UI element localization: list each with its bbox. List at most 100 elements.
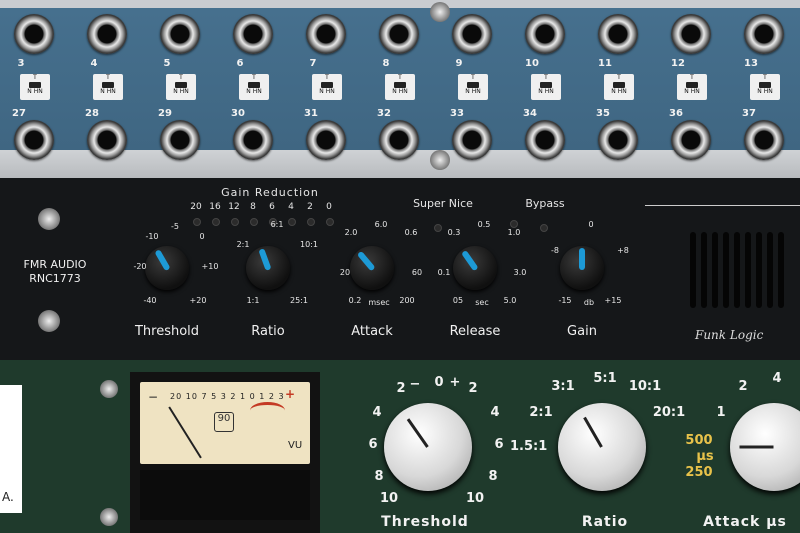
switch-label-bottom: N HN [319,88,335,95]
scale-label: -20 [133,262,147,271]
gr-led [231,218,239,226]
jack-bottom[interactable] [14,120,54,160]
jack-bottom[interactable] [598,120,638,160]
scale-label: 0 [199,232,205,241]
normal-switch[interactable]: T N HN [312,74,342,100]
normal-switch[interactable]: T N HN [385,74,415,100]
ratio-knob[interactable] [558,403,646,491]
jack-top[interactable] [306,14,346,54]
release-knob[interactable] [453,246,497,290]
channel-number-bottom: 34 [523,108,537,119]
normal-switch[interactable]: T N HN [239,74,269,100]
scale-label: 25:1 [290,296,308,305]
scale-label: 8 [374,469,384,484]
vent-slot [745,232,751,308]
jack-bottom[interactable] [233,120,273,160]
channel-number-bottom: 37 [742,108,756,119]
vent-slot [778,232,784,308]
scale-label: 10:1 [628,379,662,394]
bypass-label: Bypass [525,197,565,210]
jack-bottom[interactable] [525,120,565,160]
jack-bottom[interactable] [671,120,711,160]
jack-bottom[interactable] [160,120,200,160]
jack-top[interactable] [452,14,492,54]
bypass-button[interactable] [540,224,548,232]
scale-label: 6.0 [374,220,388,229]
super-nice-button[interactable] [510,220,518,228]
scale-label: 0.5 [477,220,491,229]
scale-label: 1:1 [246,296,260,305]
normal-switch[interactable]: T N HN [93,74,123,100]
jack-top[interactable] [14,14,54,54]
knob-pointer [579,248,585,270]
jack-top[interactable] [671,14,711,54]
channel-number-top: 5 [163,58,171,69]
gr-scale-label: 2 [307,202,313,212]
jack-bottom[interactable] [379,120,419,160]
jack-top[interactable] [160,14,200,54]
normal-switch[interactable]: T N HN [20,74,50,100]
channel-number-bottom: 31 [304,108,318,119]
scale-label: 2 [468,381,478,396]
switch-label-bottom: N HN [538,88,554,95]
threshold-knob[interactable] [384,403,472,491]
scale-label: 5.0 [503,296,517,305]
rack-screw-icon [100,380,118,398]
scale-label: 2.0 [344,228,358,237]
gr-scale-label: 4 [288,202,294,212]
scale-label: -10 [145,232,159,241]
vent-slot [734,232,740,308]
jack-bottom[interactable] [452,120,492,160]
gain-label: Gain [567,324,597,339]
scale-label: 8 [488,469,498,484]
gr-scale-label: 8 [250,202,256,212]
ratio-label: Ratio [251,324,285,339]
normal-switch[interactable]: T N HN [604,74,634,100]
gain-reduction-title: Gain Reduction [221,186,319,199]
vu-minus: − [148,390,159,404]
jack-top[interactable] [744,14,784,54]
vent-slot [767,232,773,308]
switch-label-bottom: N HN [392,88,408,95]
gr-scale-label: 16 [209,202,221,212]
scale-label: 10 [465,491,485,506]
jack-bottom[interactable] [306,120,346,160]
normal-switch[interactable]: T N HN [531,74,561,100]
scale-label: 250 [685,465,713,480]
jack-bottom[interactable] [744,120,784,160]
jack-top[interactable] [87,14,127,54]
jack-top[interactable] [598,14,638,54]
jack-top[interactable] [233,14,273,54]
scale-label: 6:1 [270,220,284,229]
divider-line [645,205,800,206]
switch-label-top: T [325,74,329,81]
scale-label: -40 [143,296,157,305]
channel-number-top: 13 [744,58,758,69]
scale-label: 200 [399,296,415,305]
ratio-knob[interactable] [246,246,290,290]
vu-plus: + [285,387,296,401]
normal-switch[interactable]: T N HN [750,74,780,100]
channel-number-bottom: 32 [377,108,391,119]
gr-scale-label: 6 [269,202,275,212]
jack-top[interactable] [379,14,419,54]
normal-switch[interactable]: T N HN [677,74,707,100]
vu-meter: 20 10 7 5 3 2 1 0 1 2 3 − + 90 VU [140,382,310,464]
channel-number-top: 12 [671,58,685,69]
normal-switch[interactable]: T N HN [166,74,196,100]
rack-screw-icon [38,208,60,230]
normal-switch[interactable]: T N HN [458,74,488,100]
jack-bottom[interactable] [87,120,127,160]
channel-number-top: 9 [455,58,463,69]
scale-label: 5:1 [593,371,617,386]
threshold-label: Threshold [134,324,200,339]
scale-label: 2 [738,379,748,394]
gr-led [307,218,315,226]
jack-top[interactable] [525,14,565,54]
scale-label: 0.3 [447,228,461,237]
switch-label-top: T [106,74,110,81]
scale-label: 500 [685,433,713,448]
scale-label: 1 [716,405,726,420]
switch-label-top: T [544,74,548,81]
scale-label: 0.1 [437,268,451,277]
